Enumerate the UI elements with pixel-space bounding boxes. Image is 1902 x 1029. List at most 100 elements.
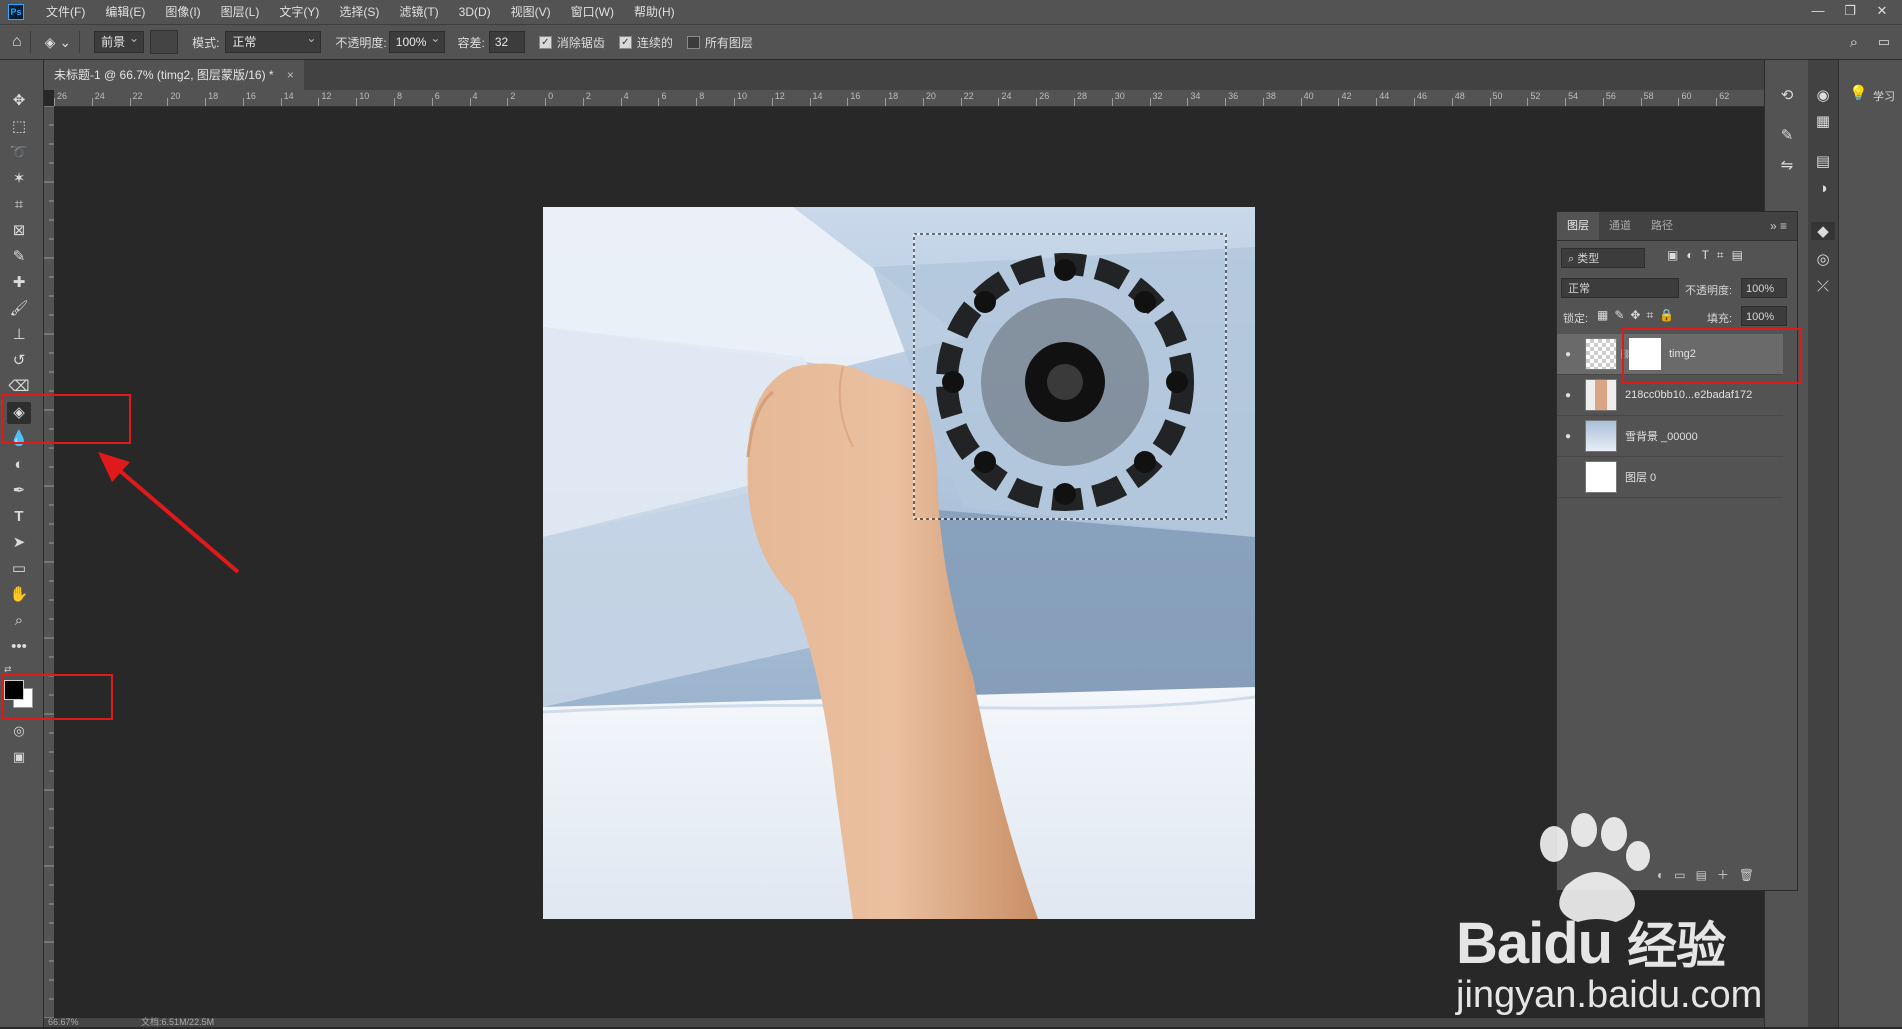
blend-mode-select[interactable]: 正常 bbox=[1561, 278, 1679, 298]
ruler-tick bbox=[620, 98, 622, 106]
eye-icon[interactable]: ● bbox=[1557, 349, 1579, 360]
history-panel-icon[interactable]: ⟲ bbox=[1775, 86, 1799, 104]
ruler-label: 12 bbox=[774, 91, 785, 101]
brush-panel-icon[interactable]: ✎ bbox=[1775, 126, 1799, 144]
eye-icon[interactable]: ● bbox=[1557, 390, 1579, 401]
adjustments-panel-icon[interactable]: ◑ bbox=[1811, 180, 1835, 197]
home-icon[interactable]: ⌂ bbox=[12, 33, 22, 51]
tolerance-input[interactable]: 32 bbox=[488, 31, 525, 53]
channels-panel-icon[interactable]: ◎ bbox=[1811, 250, 1835, 268]
move-tool-icon[interactable]: ✥ bbox=[7, 90, 31, 112]
frame-tool-icon[interactable]: ⊠ bbox=[7, 220, 31, 242]
zoom-level[interactable]: 66.67% bbox=[48, 1017, 79, 1027]
ruler-tick bbox=[960, 98, 962, 106]
minimize-button[interactable]: — bbox=[1802, 0, 1834, 24]
close-tab-icon[interactable]: × bbox=[287, 68, 294, 82]
layer-row-snow[interactable]: ● 雪背景 _00000 bbox=[1557, 416, 1783, 457]
ruler-label: 22 bbox=[963, 91, 974, 101]
quick-mask-icon[interactable]: ◎ bbox=[7, 720, 31, 742]
all-layers-checkbox[interactable]: 所有图层 bbox=[686, 34, 753, 51]
search-icon[interactable]: ⌕ bbox=[1850, 34, 1858, 51]
pen-tool-icon[interactable]: ✒ bbox=[7, 480, 31, 502]
screen-mode-icon[interactable]: ▣ bbox=[7, 746, 31, 768]
crop-tool-icon[interactable]: ⌗ bbox=[7, 194, 31, 216]
properties-panel-icon[interactable]: ▤ bbox=[1811, 152, 1835, 170]
menu-window[interactable]: 窗口(W) bbox=[561, 0, 624, 24]
document-tab[interactable]: 未标题-1 @ 66.7% (timg2, 图层蒙版/16) * × bbox=[44, 60, 304, 90]
ruler-tick bbox=[696, 98, 698, 106]
menu-image[interactable]: 图像(I) bbox=[155, 0, 210, 24]
menu-filter[interactable]: 滤镜(T) bbox=[389, 0, 448, 24]
pattern-picker[interactable] bbox=[150, 30, 179, 54]
close-window-button[interactable]: ✕ bbox=[1866, 0, 1898, 24]
filter-icons[interactable]: ▣◐T⌗▤ bbox=[1667, 248, 1751, 263]
path-selection-tool-icon[interactable]: ➤ bbox=[7, 532, 31, 554]
layer-opacity-input[interactable]: 100% bbox=[1741, 278, 1787, 298]
ruler-tick bbox=[998, 98, 1000, 106]
antialias-checkbox[interactable]: ✓ 消除锯齿 bbox=[538, 34, 605, 51]
ruler-tick bbox=[1149, 98, 1151, 106]
menu-file[interactable]: 文件(F) bbox=[36, 0, 95, 24]
rectangle-tool-icon[interactable]: ▭ bbox=[7, 558, 31, 580]
ruler-horizontal: 26 24 22 20 18 16 14 12 10 8 6 4 2 0 2 4 6 8 10 12 14 16 18 20 2… bbox=[54, 90, 1764, 107]
layers-panel-icon[interactable]: ◆ bbox=[1811, 222, 1835, 240]
lasso-tool-icon[interactable]: ➰ bbox=[7, 142, 31, 164]
menu-select[interactable]: 选择(S) bbox=[329, 0, 389, 24]
ruler-label: 32 bbox=[1152, 91, 1163, 101]
ruler-label: 36 bbox=[1228, 91, 1239, 101]
type-tool-icon[interactable]: T bbox=[7, 506, 31, 528]
more-tools-icon[interactable]: ••• bbox=[7, 636, 31, 658]
restore-button[interactable]: ❐ bbox=[1834, 0, 1866, 24]
mode-select[interactable]: 正常 bbox=[225, 28, 322, 53]
layer-name[interactable]: 雪背景 _00000 bbox=[1625, 428, 1698, 444]
filter-type-select[interactable]: ⌕ 类型 bbox=[1561, 248, 1645, 268]
grid-panel-icon[interactable]: ▦ bbox=[1811, 112, 1835, 130]
ruler-label: 10 bbox=[737, 91, 748, 101]
ruler-label: 14 bbox=[283, 91, 294, 101]
ruler-tick bbox=[469, 98, 471, 106]
ruler-label: 52 bbox=[1530, 91, 1541, 101]
menu-3d[interactable]: 3D(D) bbox=[449, 0, 501, 24]
menu-help[interactable]: 帮助(H) bbox=[624, 0, 685, 24]
paint-bucket-preset-icon[interactable]: ◈ ⌄ bbox=[45, 34, 71, 51]
fill-input[interactable]: 100% bbox=[1741, 306, 1787, 326]
layer-name[interactable]: 图层 0 bbox=[1625, 469, 1656, 485]
dodge-tool-icon[interactable]: ◐ bbox=[7, 454, 31, 476]
magic-wand-tool-icon[interactable]: ✶ bbox=[7, 168, 31, 190]
tab-layers[interactable]: 图层 bbox=[1557, 212, 1599, 240]
tab-paths[interactable]: 路径 bbox=[1641, 212, 1683, 240]
menu-edit[interactable]: 编辑(E) bbox=[95, 0, 155, 24]
panel-menu-icon[interactable]: » ≡ bbox=[1770, 219, 1787, 233]
layer-row-layer0[interactable]: ● 图层 0 bbox=[1557, 457, 1783, 498]
lock-icons[interactable]: ▦✎✥⌗🔒 bbox=[1597, 308, 1680, 323]
marquee-tool-icon[interactable]: ⬚ bbox=[7, 116, 31, 138]
eye-icon[interactable]: ● bbox=[1557, 431, 1579, 442]
menu-view[interactable]: 视图(V) bbox=[501, 0, 561, 24]
adjust-panel-icon[interactable]: ⇋ bbox=[1775, 156, 1799, 174]
paths-panel-icon[interactable]: ⤫ bbox=[1811, 278, 1835, 295]
history-brush-tool-icon[interactable]: ↺ bbox=[7, 350, 31, 372]
healing-brush-tool-icon[interactable]: ✚ bbox=[7, 272, 31, 294]
eye-hidden-icon[interactable]: ● bbox=[1557, 472, 1579, 483]
workspace-icon[interactable]: ▭ bbox=[1878, 34, 1890, 50]
ruler-label: 24 bbox=[94, 91, 105, 101]
ruler-label: 10 bbox=[359, 91, 370, 101]
fill-source-select[interactable]: 前景 bbox=[94, 28, 145, 53]
clone-stamp-tool-icon[interactable]: ⊥ bbox=[7, 324, 31, 346]
menu-layer[interactable]: 图层(L) bbox=[211, 0, 270, 24]
lightbulb-icon[interactable]: 💡 bbox=[1849, 84, 1868, 102]
opacity-input[interactable]: 100% bbox=[388, 28, 446, 53]
document-image[interactable] bbox=[543, 207, 1255, 919]
layer-name[interactable]: 218cc0bb10...e2badaf172 bbox=[1625, 389, 1752, 401]
3d-panel-icon[interactable]: ◉ bbox=[1811, 86, 1835, 104]
ruler-label: 62 bbox=[1719, 91, 1730, 101]
eyedropper-tool-icon[interactable]: ✎ bbox=[7, 246, 31, 268]
learn-label[interactable]: 学习 bbox=[1873, 88, 1895, 104]
hand-tool-icon[interactable]: ✋ bbox=[7, 584, 31, 606]
brush-tool-icon[interactable]: 🖌 bbox=[7, 298, 31, 320]
divider bbox=[29, 31, 31, 53]
zoom-tool-icon[interactable]: ⌕ bbox=[7, 610, 31, 632]
contiguous-checkbox[interactable]: ✓ 连续的 bbox=[618, 34, 673, 51]
menu-type[interactable]: 文字(Y) bbox=[269, 0, 329, 24]
tab-channels[interactable]: 通道 bbox=[1599, 212, 1641, 240]
